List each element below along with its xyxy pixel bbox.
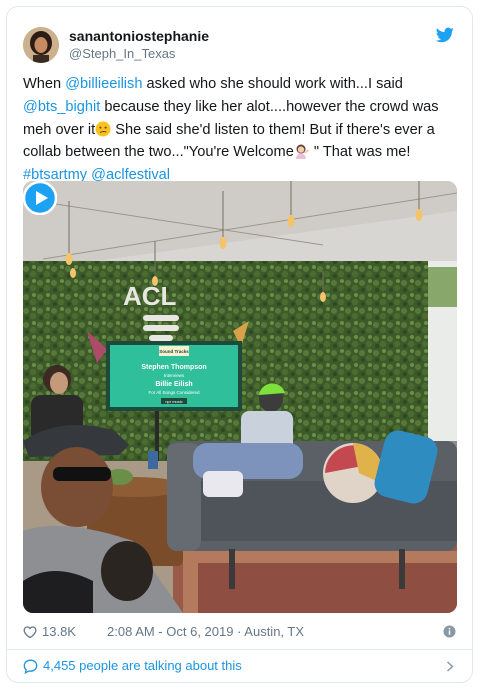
timestamp-location[interactable]: 2:08 AM - Oct 6, 2019 · Austin, TX bbox=[107, 622, 304, 642]
tweet-header: sanantoniostephanie @Steph_In_Texas bbox=[23, 23, 456, 67]
heart-icon[interactable] bbox=[23, 625, 37, 639]
twitter-bird-icon[interactable] bbox=[436, 27, 454, 43]
divider bbox=[7, 649, 472, 650]
tweet-text: When @billieeilish asked who she should … bbox=[23, 73, 463, 187]
confused-face-emoji bbox=[95, 121, 111, 137]
tweet-card: sanantoniostephanie @Steph_In_Texas When… bbox=[6, 6, 473, 683]
video-scene: ACL Sound Tracks Stephen Thompson Interv… bbox=[23, 181, 457, 613]
info-icon[interactable] bbox=[443, 625, 456, 638]
chevron-right-icon[interactable] bbox=[446, 661, 454, 672]
like-count[interactable]: 13.8K bbox=[42, 622, 76, 642]
person-tipping-hand-emoji bbox=[295, 144, 309, 160]
speech-bubble-icon bbox=[23, 659, 38, 674]
mention-link[interactable]: @bts_bighit bbox=[23, 99, 100, 115]
acl-sign: ACL bbox=[123, 281, 177, 311]
conversation-label[interactable]: 4,455 people are talking about this bbox=[43, 655, 242, 677]
tweet-meta-row: 13.8K 2:08 AM - Oct 6, 2019 · Austin, TX bbox=[23, 622, 456, 642]
tweet-text-segment: When bbox=[23, 76, 66, 92]
mention-link[interactable]: @billieeilish bbox=[65, 76, 142, 92]
avatar[interactable] bbox=[23, 27, 59, 63]
screen-host: Stephen Thompson bbox=[141, 364, 206, 371]
author-display-name[interactable]: sanantoniostephanie bbox=[69, 28, 209, 45]
screen-logo: Sound Tracks bbox=[159, 349, 189, 354]
screen-guest: Billie Eilish bbox=[155, 381, 192, 388]
video-thumbnail[interactable]: ACL Sound Tracks Stephen Thompson Interv… bbox=[23, 181, 457, 613]
author-handle[interactable]: @Steph_In_Texas bbox=[69, 45, 209, 62]
screen-show: For All Songs Considered bbox=[148, 390, 200, 395]
screen-interviews: Interviews bbox=[164, 373, 185, 378]
play-icon[interactable] bbox=[23, 181, 57, 215]
author-names[interactable]: sanantoniostephanie @Steph_In_Texas bbox=[69, 28, 209, 62]
screen-brand: npr music bbox=[165, 399, 182, 404]
conversation-link[interactable]: 4,455 people are talking about this bbox=[23, 655, 456, 677]
tweet-text-segment: " That was me! bbox=[309, 144, 411, 161]
tweet-text-segment: asked who she should work with...I said bbox=[142, 76, 403, 92]
